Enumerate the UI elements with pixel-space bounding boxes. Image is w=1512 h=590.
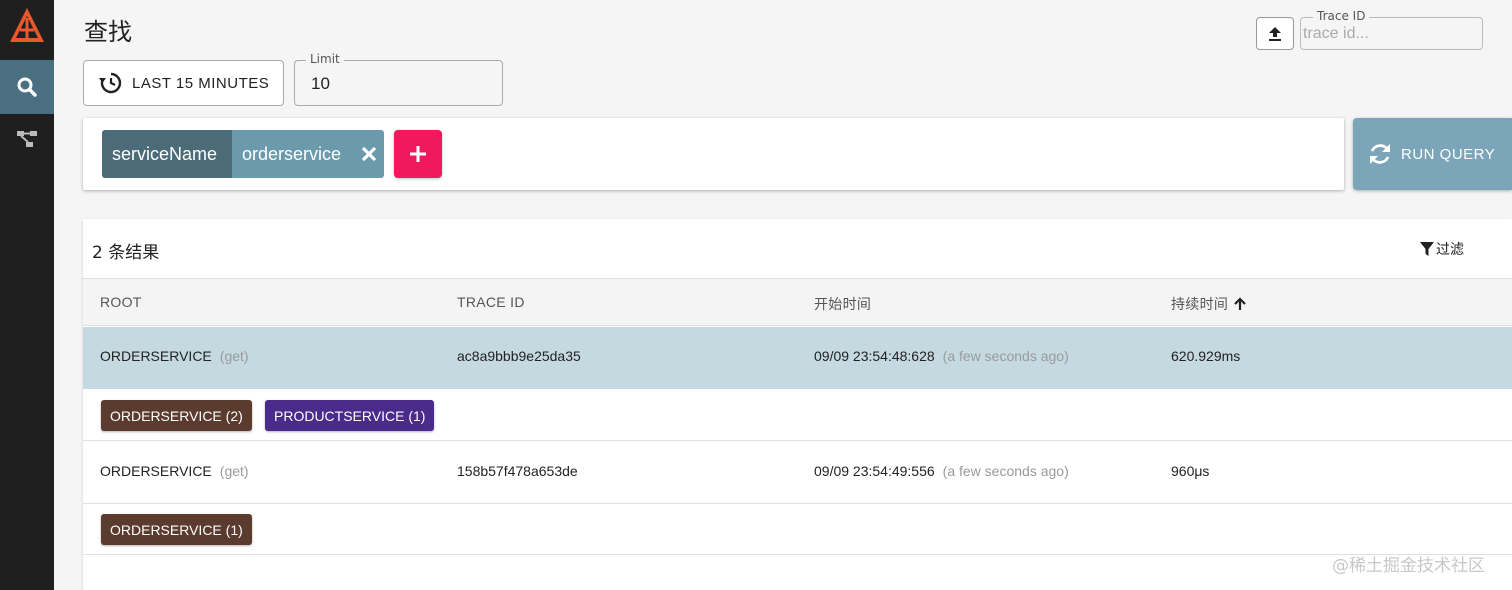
time-range-button[interactable]: LAST 15 MINUTES bbox=[83, 60, 284, 106]
start-time: 09/09 23:54:48:628 bbox=[814, 348, 935, 364]
refresh-icon bbox=[1370, 144, 1390, 164]
plus-icon bbox=[410, 146, 426, 162]
service-tags-row: ORDERSERVICE (2) PRODUCTSERVICE (1) bbox=[83, 389, 1512, 441]
trace-id-cell: 158b57f478a653de bbox=[457, 463, 578, 479]
limit-value[interactable]: 10 bbox=[311, 74, 330, 94]
traceid-input[interactable] bbox=[1303, 23, 1478, 45]
search-icon bbox=[17, 77, 37, 97]
table-header: ROOT TRACE ID 开始时间 持续时间 bbox=[83, 278, 1512, 326]
nav-dependencies[interactable] bbox=[0, 114, 54, 164]
filter-button[interactable]: 过滤 bbox=[1420, 239, 1464, 259]
duration-cell: 960μs bbox=[1171, 463, 1210, 479]
table-row[interactable]: ORDERSERVICE (get) ac8a9bbb9e25da35 09/09… bbox=[83, 327, 1512, 389]
watermark: @稀土掘金技术社区 bbox=[1332, 556, 1485, 576]
column-header-duration-label: 持续时间 bbox=[1171, 296, 1229, 312]
zipkin-logo[interactable] bbox=[8, 6, 46, 46]
upload-icon bbox=[1269, 26, 1281, 41]
sidebar bbox=[0, 0, 54, 590]
column-header-trace-id[interactable]: TRACE ID bbox=[457, 294, 525, 310]
criteria-chip[interactable]: serviceName orderservice bbox=[102, 130, 384, 178]
nav-search[interactable] bbox=[0, 60, 54, 114]
root-cell: ORDERSERVICE (get) bbox=[100, 348, 249, 364]
service-tag[interactable]: ORDERSERVICE (2) bbox=[101, 400, 252, 431]
table-row[interactable]: ORDERSERVICE (get) 158b57f478a653de 09/09… bbox=[83, 442, 1512, 504]
dependencies-icon bbox=[17, 131, 37, 147]
service-tags-row: ORDERSERVICE (1) bbox=[83, 503, 1512, 555]
chip-remove-button[interactable] bbox=[354, 130, 384, 178]
upload-button[interactable] bbox=[1256, 17, 1294, 50]
root-service: ORDERSERVICE bbox=[100, 348, 212, 364]
start-time-cell: 09/09 23:54:48:628 (a few seconds ago) bbox=[814, 348, 1069, 364]
duration-cell: 620.929ms bbox=[1171, 348, 1241, 364]
chip-key: serviceName bbox=[102, 130, 232, 178]
page-title: 查找 bbox=[84, 18, 132, 46]
root-method: (get) bbox=[219, 463, 249, 479]
results-panel: 2 条结果 过滤 ROOT TRACE ID 开始时间 持续时间 ORDERSE… bbox=[83, 219, 1512, 590]
close-icon bbox=[361, 146, 377, 162]
trace-id-cell: ac8a9bbb9e25da35 bbox=[457, 348, 581, 364]
root-service: ORDERSERVICE bbox=[100, 463, 212, 479]
add-criteria-button[interactable] bbox=[394, 130, 442, 178]
start-relative: (a few seconds ago) bbox=[942, 348, 1069, 364]
results-count: 2 条结果 bbox=[92, 243, 160, 263]
service-tag[interactable]: PRODUCTSERVICE (1) bbox=[265, 400, 435, 431]
column-header-start-time[interactable]: 开始时间 bbox=[814, 294, 871, 314]
root-method: (get) bbox=[219, 348, 249, 364]
service-tag[interactable]: ORDERSERVICE (1) bbox=[101, 514, 252, 545]
arrow-up-icon bbox=[1234, 297, 1246, 310]
history-icon bbox=[99, 72, 122, 94]
column-header-duration[interactable]: 持续时间 bbox=[1171, 294, 1247, 314]
limit-label: Limit bbox=[306, 52, 344, 66]
filter-label: 过滤 bbox=[1436, 242, 1464, 258]
run-query-button[interactable]: RUN QUERY bbox=[1353, 118, 1512, 190]
start-time-cell: 09/09 23:54:49:556 (a few seconds ago) bbox=[814, 463, 1069, 479]
chip-value: orderservice bbox=[232, 130, 354, 178]
run-query-label: RUN QUERY bbox=[1401, 145, 1496, 163]
start-relative: (a few seconds ago) bbox=[942, 463, 1069, 479]
filter-icon bbox=[1420, 242, 1434, 256]
time-range-label: LAST 15 MINUTES bbox=[132, 74, 270, 92]
start-time: 09/09 23:54:49:556 bbox=[814, 463, 935, 479]
column-header-root[interactable]: ROOT bbox=[100, 294, 142, 310]
root-cell: ORDERSERVICE (get) bbox=[100, 463, 249, 479]
traceid-label: Trace ID bbox=[1313, 9, 1370, 23]
